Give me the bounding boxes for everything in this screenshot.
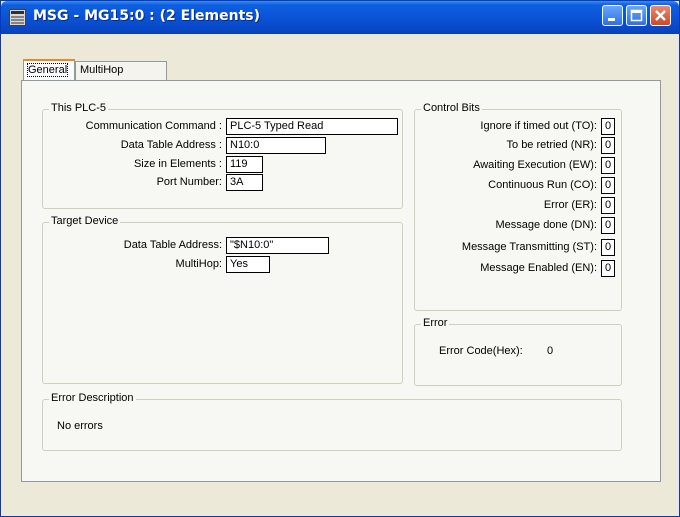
tab-general-label: General [26, 63, 69, 77]
close-button[interactable] [650, 5, 671, 26]
this-plc-group: This PLC-5 Communication Command : PLC-5… [42, 102, 403, 209]
error-description-text: No errors [57, 420, 103, 432]
bit-to-value[interactable]: 0 [601, 118, 615, 135]
bit-dn-label: Message done (DN): [495, 219, 598, 231]
communication-command-label: Communication Command : [85, 120, 222, 132]
error-legend: Error [421, 317, 450, 329]
bit-dn-value[interactable]: 0 [601, 217, 615, 234]
maximize-button[interactable] [626, 5, 647, 26]
close-icon [655, 10, 666, 21]
general-tab-pane: This PLC-5 Communication Command : PLC-5… [21, 80, 661, 482]
bit-en-value[interactable]: 0 [601, 260, 615, 277]
msg-dialog-window: MSG - MG15:0 : (2 Elements) General Mult… [0, 0, 680, 517]
minimize-button[interactable] [602, 5, 623, 26]
size-in-elements-label: Size in Elements : [133, 158, 222, 170]
bit-st-label: Message Transmitting (ST): [461, 241, 597, 253]
error-code-label: Error Code(Hex): [439, 345, 523, 357]
tab-general[interactable]: General [23, 59, 75, 80]
multihop-label: MultiHop: [175, 258, 222, 270]
bit-er-label: Error (ER): [543, 199, 597, 211]
control-bits-legend: Control Bits [421, 102, 482, 114]
window-title: MSG - MG15:0 : (2 Elements) [33, 8, 261, 24]
error-group: Error Error Code(Hex): 0 [414, 317, 622, 386]
this-plc-legend: This PLC-5 [49, 102, 109, 114]
ladder-app-icon [9, 9, 26, 26]
target-data-table-address-label: Data Table Address: [123, 239, 222, 251]
bit-er-value[interactable]: 0 [601, 197, 615, 214]
minimize-icon [608, 18, 615, 21]
communication-command-field[interactable]: PLC-5 Typed Read [226, 118, 398, 135]
target-device-group: Target Device Data Table Address: "$N10:… [42, 215, 403, 384]
target-data-table-address-field[interactable]: "$N10:0" [226, 237, 329, 254]
multihop-field[interactable]: Yes [226, 256, 270, 273]
bit-co-label: Continuous Run (CO): [488, 179, 597, 191]
maximize-icon [630, 9, 643, 22]
tab-multihop[interactable]: MultiHop [75, 61, 167, 80]
bit-st-value[interactable]: 0 [601, 239, 615, 256]
title-bar[interactable]: MSG - MG15:0 : (2 Elements) [1, 1, 679, 34]
bit-co-value[interactable]: 0 [601, 177, 615, 194]
size-in-elements-field[interactable]: 119 [226, 156, 263, 173]
bit-en-label: Message Enabled (EN): [480, 262, 597, 274]
error-code-value: 0 [547, 345, 554, 357]
bit-ew-label: Awaiting Execution (EW): [473, 159, 597, 171]
bit-ew-value[interactable]: 0 [601, 157, 615, 174]
data-table-address-field[interactable]: N10:0 [226, 137, 326, 154]
tab-multihop-label: MultiHop [80, 64, 124, 76]
control-bits-group: Control Bits Ignore if timed out (TO): 0… [414, 102, 622, 311]
bit-nr-label: To be retried (NR): [506, 139, 597, 151]
error-description-group: Error Description No errors [42, 392, 622, 451]
target-device-legend: Target Device [49, 215, 121, 227]
port-number-field[interactable]: 3A [226, 174, 263, 191]
error-description-legend: Error Description [49, 392, 136, 404]
port-number-label: Port Number: [156, 176, 222, 188]
bit-nr-value[interactable]: 0 [601, 137, 615, 154]
data-table-address-label: Data Table Address : [120, 139, 222, 151]
bit-to-label: Ignore if timed out (TO): [480, 120, 597, 132]
